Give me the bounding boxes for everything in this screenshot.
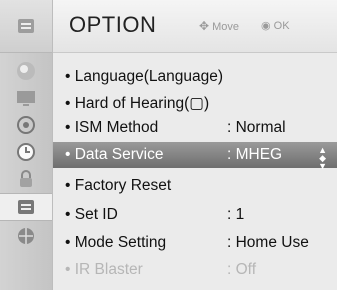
category-sidebar (0, 0, 53, 290)
ok-hint: ◉ OK (261, 20, 290, 32)
screen-icon[interactable] (14, 86, 38, 110)
tv-menu-screen: OPTION ✥ Move ◉ OK • Language(Language) … (0, 0, 337, 290)
menu-item-label: • Mode Setting (65, 234, 167, 251)
picture-icon[interactable] (14, 59, 38, 83)
menu-item-ism-method[interactable]: • ISM Method : Normal (53, 115, 337, 141)
menu-item-ir-blaster: • IR Blaster : Off (53, 257, 337, 283)
menu-header: OPTION ✥ Move ◉ OK (53, 0, 337, 53)
time-icon[interactable] (14, 140, 38, 164)
page-title: OPTION (69, 12, 157, 37)
menu-item-value: : MHEG (227, 146, 283, 163)
menu-item-value: : 1 (227, 206, 245, 223)
option-category-header (0, 0, 52, 53)
dpad-icon: ✥ (199, 19, 210, 33)
up-down-arrows-icon[interactable]: ▲ ◆ ▼ (318, 146, 327, 171)
menu-item-value: : Off (227, 261, 257, 278)
menu-item-hard-of-hearing[interactable]: • Hard of Hearing(▢) (53, 90, 337, 116)
option-icon (14, 195, 38, 219)
menu-item-label: • Data Service (65, 146, 164, 163)
move-hint: ✥ Move (199, 19, 240, 33)
audio-icon[interactable] (14, 113, 38, 137)
menu-item-language[interactable]: • Language(Language) (53, 64, 337, 90)
menu-item-label: • Set ID (65, 206, 118, 223)
sidebar-item-option-active[interactable] (0, 193, 52, 221)
network-icon[interactable] (14, 224, 38, 248)
menu-item-mode-setting[interactable]: • Mode Setting : Home Use (53, 230, 337, 256)
lock-icon[interactable] (14, 167, 38, 191)
menu-item-set-id[interactable]: • Set ID : 1 (53, 202, 337, 228)
menu-item-value: : Normal (227, 119, 286, 136)
menu-item-value: : Home Use (227, 234, 309, 251)
option-icon (14, 14, 38, 38)
ok-icon: ◉ (261, 20, 271, 32)
menu-item-label: • Language(Language) (65, 68, 223, 85)
menu-item-factory-reset[interactable]: • Factory Reset (53, 173, 337, 199)
menu-item-label: • ISM Method (65, 119, 159, 136)
menu-item-label: • Hard of Hearing(▢) (65, 95, 210, 112)
menu-item-label: • Factory Reset (65, 177, 172, 194)
menu-item-label: • IR Blaster (65, 261, 143, 278)
menu-item-data-service[interactable]: • Data Service : MHEG ▲ ◆ ▼ (53, 142, 337, 171)
